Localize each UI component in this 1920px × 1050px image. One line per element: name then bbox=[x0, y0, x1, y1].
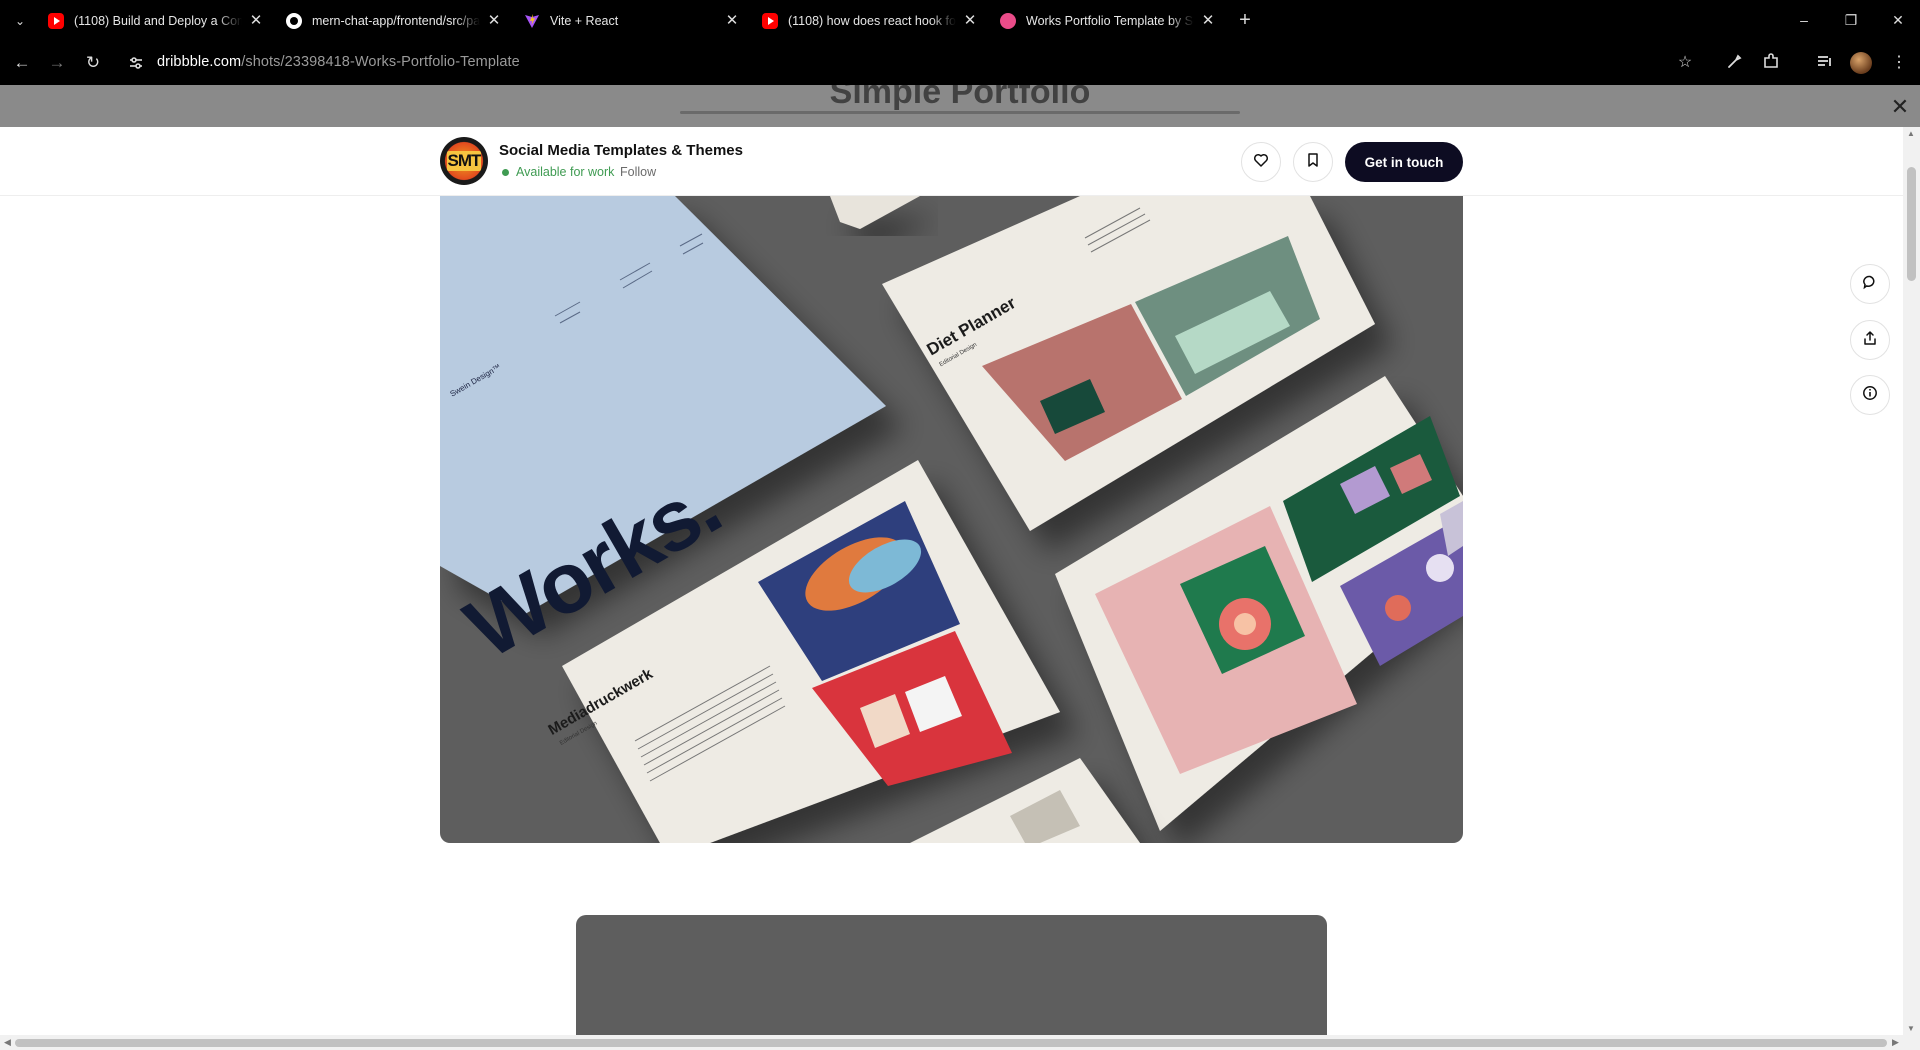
new-tab-plus-icon[interactable]: + bbox=[1234, 9, 1256, 31]
reload-icon[interactable]: ↻ bbox=[82, 52, 104, 74]
info-icon bbox=[1862, 385, 1878, 406]
browser-tab[interactable]: (1108) how does react hook for ✕ bbox=[752, 6, 988, 36]
restore-icon[interactable]: ❐ bbox=[1838, 8, 1864, 32]
dribbble-icon bbox=[1000, 13, 1016, 29]
author-avatar[interactable]: SMT bbox=[440, 137, 488, 185]
bookmark-icon bbox=[1305, 152, 1321, 173]
shot-header: SMT Social Media Templates & Themes Avai… bbox=[0, 127, 1903, 196]
scroll-right-arrow-icon[interactable]: ▶ bbox=[1892, 1037, 1899, 1048]
author-name[interactable]: Social Media Templates & Themes bbox=[499, 142, 743, 159]
tab-close-icon[interactable]: ✕ bbox=[724, 13, 740, 29]
tab-title: mern-chat-app/frontend/src/pa bbox=[312, 14, 480, 28]
page-viewport: Simple Portfolio ✕ SMT Social Media Temp… bbox=[0, 85, 1920, 1050]
browser-tab-active[interactable]: Works Portfolio Template by Soc ✕ bbox=[990, 6, 1226, 36]
horizontal-scroll-thumb[interactable] bbox=[15, 1039, 1887, 1047]
browser-menu-icon[interactable]: ⋮ bbox=[1888, 52, 1910, 74]
extensions-puzzle-icon[interactable] bbox=[1760, 52, 1782, 74]
youtube-icon bbox=[48, 13, 64, 29]
details-button[interactable] bbox=[1850, 375, 1890, 415]
modal-close-icon[interactable]: ✕ bbox=[1888, 95, 1912, 119]
follow-link[interactable]: Follow bbox=[620, 165, 656, 179]
github-icon bbox=[286, 13, 302, 29]
shot-image[interactable]: Swein Design™ Works. Diet Planner Editor… bbox=[440, 196, 1463, 843]
vertical-scrollbar[interactable]: ▲ ▼ bbox=[1903, 127, 1920, 1035]
window-close-icon[interactable]: ✕ bbox=[1885, 8, 1911, 32]
backdrop-subtitle-line bbox=[680, 111, 1240, 114]
tab-search-chevron-icon[interactable]: ⌄ bbox=[10, 11, 30, 31]
avatar-text: SMT bbox=[446, 151, 482, 171]
browser-tab[interactable]: (1108) Build and Deploy a Comp ✕ bbox=[38, 6, 274, 36]
like-button[interactable] bbox=[1241, 142, 1281, 182]
address-toolbar: ← → ↻ dribbble.com/shots/23398418-Works-… bbox=[0, 41, 1920, 85]
comment-icon bbox=[1862, 274, 1878, 295]
backdrop-heading: Simple Portfolio bbox=[829, 85, 1091, 111]
vertical-scroll-thumb[interactable] bbox=[1907, 167, 1916, 281]
media-controls-icon[interactable] bbox=[1814, 52, 1836, 74]
eyedropper-icon[interactable] bbox=[1724, 52, 1746, 74]
page-backdrop: Simple Portfolio ✕ bbox=[0, 85, 1920, 127]
vite-icon bbox=[524, 13, 540, 29]
availability-status: Available for work bbox=[502, 165, 614, 179]
get-in-touch-button[interactable]: Get in touch bbox=[1345, 142, 1463, 182]
horizontal-scrollbar[interactable]: ◀ ▶ bbox=[0, 1035, 1920, 1050]
tab-close-icon[interactable]: ✕ bbox=[962, 13, 978, 29]
tab-strip: ⌄ (1108) Build and Deploy a Comp ✕ mern-… bbox=[0, 0, 1920, 41]
shot-modal: SMT Social Media Templates & Themes Avai… bbox=[0, 127, 1903, 1035]
heart-icon bbox=[1253, 152, 1269, 173]
scroll-left-arrow-icon[interactable]: ◀ bbox=[4, 1037, 11, 1048]
site-settings-icon[interactable] bbox=[127, 54, 145, 72]
second-shot-image[interactable] bbox=[576, 915, 1327, 1035]
tab-close-icon[interactable]: ✕ bbox=[248, 13, 264, 29]
tab-title: Works Portfolio Template by Soc bbox=[1026, 14, 1194, 28]
scroll-up-arrow-icon[interactable]: ▲ bbox=[1907, 129, 1915, 138]
forward-arrow-icon[interactable]: → bbox=[46, 52, 68, 74]
back-arrow-icon[interactable]: ← bbox=[11, 52, 33, 74]
share-icon bbox=[1862, 330, 1878, 351]
availability-dot bbox=[502, 168, 509, 176]
share-button[interactable] bbox=[1850, 320, 1890, 360]
browser-tab[interactable]: Vite + React ✕ bbox=[514, 6, 750, 36]
browser-tab[interactable]: mern-chat-app/frontend/src/pa ✕ bbox=[276, 6, 512, 36]
youtube-icon bbox=[762, 13, 778, 29]
availability-label: Available for work bbox=[516, 165, 615, 179]
tab-close-icon[interactable]: ✕ bbox=[1200, 13, 1216, 29]
comment-button[interactable] bbox=[1850, 264, 1890, 304]
tab-title: (1108) Build and Deploy a Comp bbox=[74, 14, 242, 28]
address-field[interactable]: dribbble.com/shots/23398418-Works-Portfo… bbox=[157, 54, 520, 70]
tab-close-icon[interactable]: ✕ bbox=[486, 13, 502, 29]
url-path: /shots/23398418-Works-Portfolio-Template bbox=[241, 54, 520, 70]
save-button[interactable] bbox=[1293, 142, 1333, 182]
tab-title: (1108) how does react hook for bbox=[788, 14, 956, 28]
scroll-down-arrow-icon[interactable]: ▼ bbox=[1907, 1024, 1915, 1033]
profile-avatar[interactable] bbox=[1850, 52, 1872, 74]
bookmark-star-icon[interactable]: ☆ bbox=[1674, 52, 1696, 74]
url-host: dribbble.com bbox=[157, 54, 242, 70]
tab-title: Vite + React bbox=[550, 14, 619, 28]
minimize-icon[interactable]: – bbox=[1791, 8, 1817, 32]
